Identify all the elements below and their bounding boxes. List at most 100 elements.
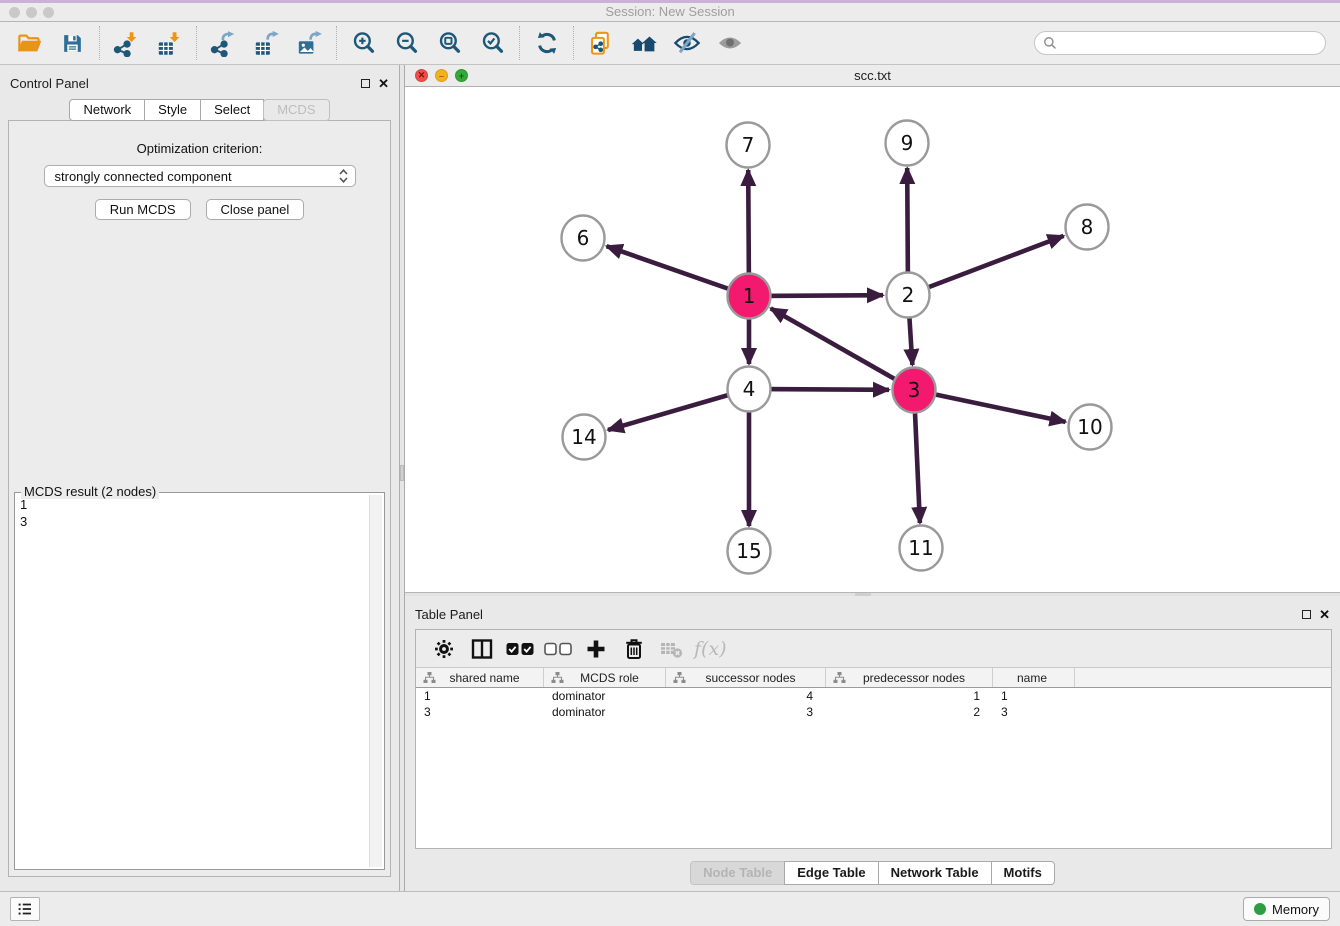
criterion-value: strongly connected component bbox=[55, 169, 338, 184]
graph-node-3[interactable]: 3 bbox=[893, 368, 936, 413]
network-canvas[interactable]: 7 9 6 8 1 2 4 3 14 10 15 11 bbox=[405, 87, 1340, 592]
node-table-container: f(x) shared name MCDS role bbox=[415, 629, 1332, 849]
open-session-button[interactable] bbox=[8, 24, 51, 62]
table-delete-table-button[interactable] bbox=[654, 633, 690, 665]
hierarchy-icon bbox=[833, 672, 846, 683]
graph-node-7[interactable]: 7 bbox=[727, 123, 770, 168]
column-header-name[interactable]: name bbox=[993, 668, 1075, 687]
search-box[interactable] bbox=[1034, 31, 1326, 55]
hide-graphics-details-button[interactable] bbox=[665, 24, 708, 62]
task-history-button[interactable] bbox=[10, 897, 40, 921]
toolbar-separator bbox=[99, 26, 100, 60]
graph-node-4[interactable]: 4 bbox=[728, 367, 771, 412]
tab-mcds[interactable]: MCDS bbox=[263, 99, 329, 121]
node-label: 10 bbox=[1077, 415, 1102, 439]
graph-edge-3-10[interactable] bbox=[914, 390, 1066, 422]
run-mcds-button[interactable]: Run MCDS bbox=[95, 199, 191, 220]
table-add-column-button[interactable] bbox=[578, 633, 614, 665]
table-row[interactable]: 3dominator323 bbox=[416, 704, 1331, 720]
table-tabs: Node Table Edge Table Network Table Moti… bbox=[405, 861, 1340, 885]
graph-node-11[interactable]: 11 bbox=[900, 526, 943, 571]
table-select-all-button[interactable] bbox=[502, 633, 538, 665]
table-cell: 1 bbox=[826, 688, 993, 704]
table-function-builder-button[interactable]: f(x) bbox=[692, 633, 729, 665]
splitter-grip[interactable] bbox=[400, 465, 404, 481]
column-header-predecessor-nodes[interactable]: predecessor nodes bbox=[826, 668, 993, 687]
table-panel: Table Panel ✕ bbox=[405, 596, 1340, 891]
save-session-button[interactable] bbox=[51, 24, 94, 62]
column-header-successor-nodes[interactable]: successor nodes bbox=[666, 668, 826, 687]
tab-network-table[interactable]: Network Table bbox=[878, 861, 992, 885]
column-header-filler bbox=[1075, 668, 1331, 687]
memory-button[interactable]: Memory bbox=[1243, 897, 1330, 921]
network-close-icon[interactable]: ✕ bbox=[415, 69, 428, 82]
close-panel-icon[interactable]: ✕ bbox=[378, 79, 389, 89]
tab-edge-table[interactable]: Edge Table bbox=[784, 861, 878, 885]
network-maximize-icon[interactable]: + bbox=[455, 69, 468, 82]
node-label: 15 bbox=[736, 539, 761, 563]
import-table-icon bbox=[156, 30, 183, 57]
export-network-button[interactable] bbox=[202, 24, 245, 62]
fx-icon: f(x) bbox=[694, 638, 727, 660]
mcds-result-text[interactable]: 1 3 bbox=[20, 496, 366, 866]
table-settings-button[interactable] bbox=[426, 633, 462, 665]
close-panel-button[interactable]: Close panel bbox=[206, 199, 305, 220]
graph-node-15[interactable]: 15 bbox=[728, 529, 771, 574]
status-bar: Memory bbox=[0, 891, 1340, 926]
column-header-mcds-role[interactable]: MCDS role bbox=[544, 668, 666, 687]
graph-node-8[interactable]: 8 bbox=[1066, 205, 1109, 250]
float-panel-icon[interactable] bbox=[361, 79, 370, 88]
table-deselect-all-button[interactable] bbox=[540, 633, 576, 665]
table-split-panel-button[interactable] bbox=[464, 633, 500, 665]
float-panel-icon[interactable] bbox=[1302, 610, 1311, 619]
table-row[interactable]: 1dominator411 bbox=[416, 688, 1331, 704]
table-cell: dominator bbox=[544, 688, 666, 704]
tab-network[interactable]: Network bbox=[69, 99, 145, 121]
window-controls[interactable] bbox=[9, 7, 54, 18]
zoom-selected-icon bbox=[480, 30, 506, 56]
zoom-fit-button[interactable] bbox=[428, 24, 471, 62]
table-panel-title: Table Panel bbox=[415, 607, 483, 622]
import-table-button[interactable] bbox=[148, 24, 191, 62]
graph-node-6[interactable]: 6 bbox=[562, 216, 605, 261]
criterion-dropdown[interactable]: strongly connected component bbox=[44, 165, 356, 187]
zoom-selected-button[interactable] bbox=[471, 24, 514, 62]
refresh-view-button[interactable] bbox=[525, 24, 568, 62]
tab-motifs[interactable]: Motifs bbox=[991, 861, 1055, 885]
export-table-button[interactable] bbox=[245, 24, 288, 62]
graph-node-1[interactable]: 1 bbox=[728, 274, 771, 319]
graph-node-2[interactable]: 2 bbox=[887, 273, 930, 318]
table-delete-column-button[interactable] bbox=[616, 633, 652, 665]
close-panel-icon[interactable]: ✕ bbox=[1319, 610, 1330, 620]
right-column: ✕ – + scc.txt 79681243141015 bbox=[405, 65, 1340, 891]
tab-select[interactable]: Select bbox=[200, 99, 264, 121]
close-window-icon[interactable] bbox=[9, 7, 20, 18]
column-header-shared-name[interactable]: shared name bbox=[416, 668, 544, 687]
network-minimize-icon[interactable]: – bbox=[435, 69, 448, 82]
minimize-window-icon[interactable] bbox=[26, 7, 37, 18]
delete-table-icon bbox=[659, 638, 685, 660]
import-network-button[interactable] bbox=[105, 24, 148, 62]
zoom-out-button[interactable] bbox=[385, 24, 428, 62]
control-panel-title: Control Panel bbox=[10, 76, 89, 91]
search-input[interactable] bbox=[1062, 36, 1317, 51]
graph-node-9[interactable]: 9 bbox=[886, 121, 929, 166]
graph-edge-3-1[interactable] bbox=[771, 308, 914, 390]
show-graphics-details-button[interactable] bbox=[708, 24, 751, 62]
graph-node-10[interactable]: 10 bbox=[1069, 405, 1112, 450]
toolbar-separator bbox=[336, 26, 337, 60]
list-icon bbox=[16, 900, 34, 918]
duplicate-network-button[interactable] bbox=[579, 24, 622, 62]
graph-edge-2-8[interactable] bbox=[908, 236, 1064, 295]
zoom-in-button[interactable] bbox=[342, 24, 385, 62]
tab-node-table[interactable]: Node Table bbox=[690, 861, 785, 885]
graph-node-14[interactable]: 14 bbox=[563, 415, 606, 460]
export-image-button[interactable] bbox=[288, 24, 331, 62]
maximize-window-icon[interactable] bbox=[43, 7, 54, 18]
node-label: 14 bbox=[571, 425, 596, 449]
tab-style[interactable]: Style bbox=[144, 99, 201, 121]
main-area: Control Panel ✕ Network Style Select MCD… bbox=[0, 65, 1340, 891]
nested-network-button[interactable] bbox=[622, 24, 665, 62]
zoom-in-icon bbox=[351, 30, 377, 56]
result-scrollbar[interactable] bbox=[369, 495, 382, 867]
